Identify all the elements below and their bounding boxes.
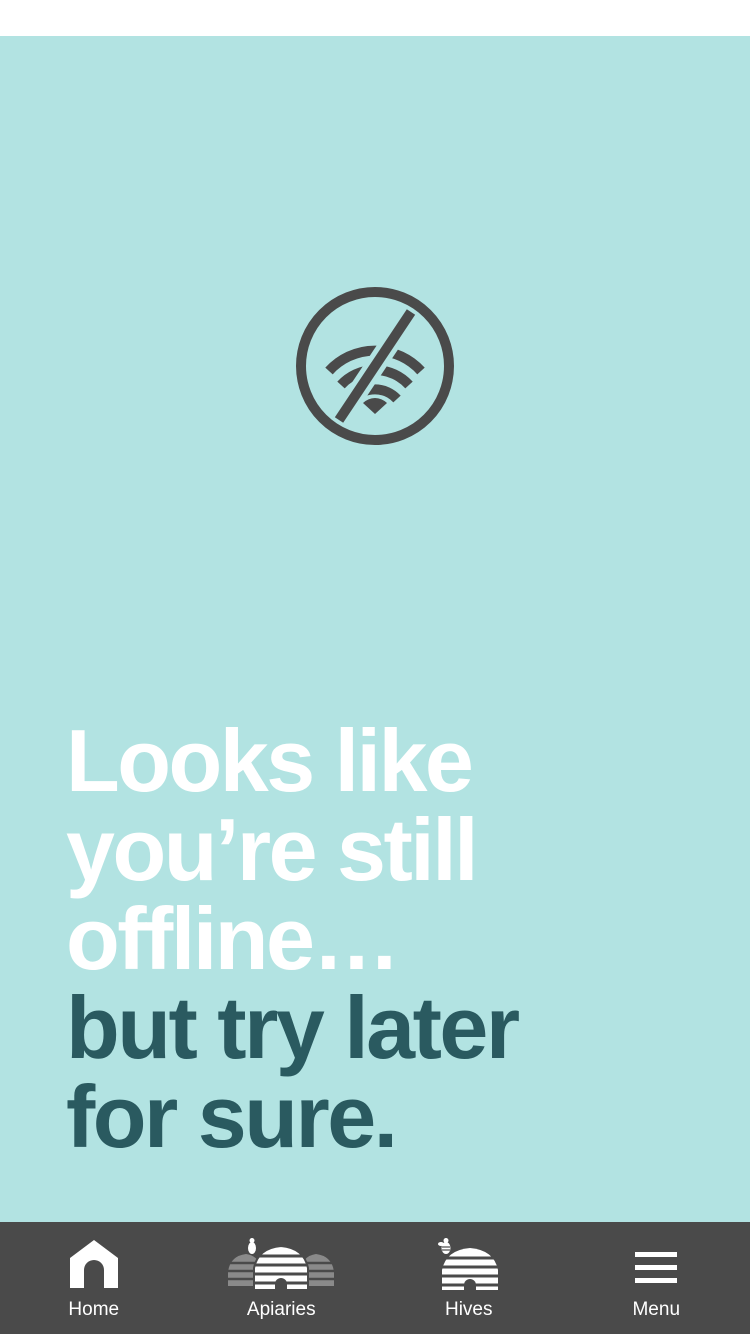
tab-label: Home — [68, 1299, 120, 1320]
tab-apiaries[interactable]: Apiaries — [188, 1222, 376, 1334]
tab-label: Hives — [444, 1299, 493, 1320]
home-icon — [69, 1240, 118, 1288]
tab-menu[interactable]: Menu — [563, 1222, 750, 1334]
offline-screen: Looks like you’re still offline… but try… — [0, 36, 750, 1222]
hamburger-menu-icon — [635, 1252, 678, 1283]
headline-line: you’re still — [66, 800, 479, 899]
apiaries-icon — [228, 1238, 335, 1290]
headline-line: Looks like — [66, 711, 474, 810]
status-bar — [0, 0, 750, 36]
tab-home[interactable]: Home — [0, 1222, 188, 1334]
headline-line: for sure. — [66, 1067, 398, 1166]
hive-icon — [437, 1238, 498, 1290]
headline-line: but try later — [66, 978, 520, 1077]
headline-line: offline… — [66, 889, 400, 988]
tab-label: Menu — [632, 1299, 681, 1320]
offline-headline: Looks like you’re still offline… but try… — [66, 716, 706, 1161]
tab-hives[interactable]: Hives — [375, 1222, 563, 1334]
tab-label: Apiaries — [246, 1299, 316, 1320]
no-wifi-icon — [296, 287, 454, 445]
bottom-tab-bar: Home Apiaries Hives Menu — [0, 1222, 750, 1334]
